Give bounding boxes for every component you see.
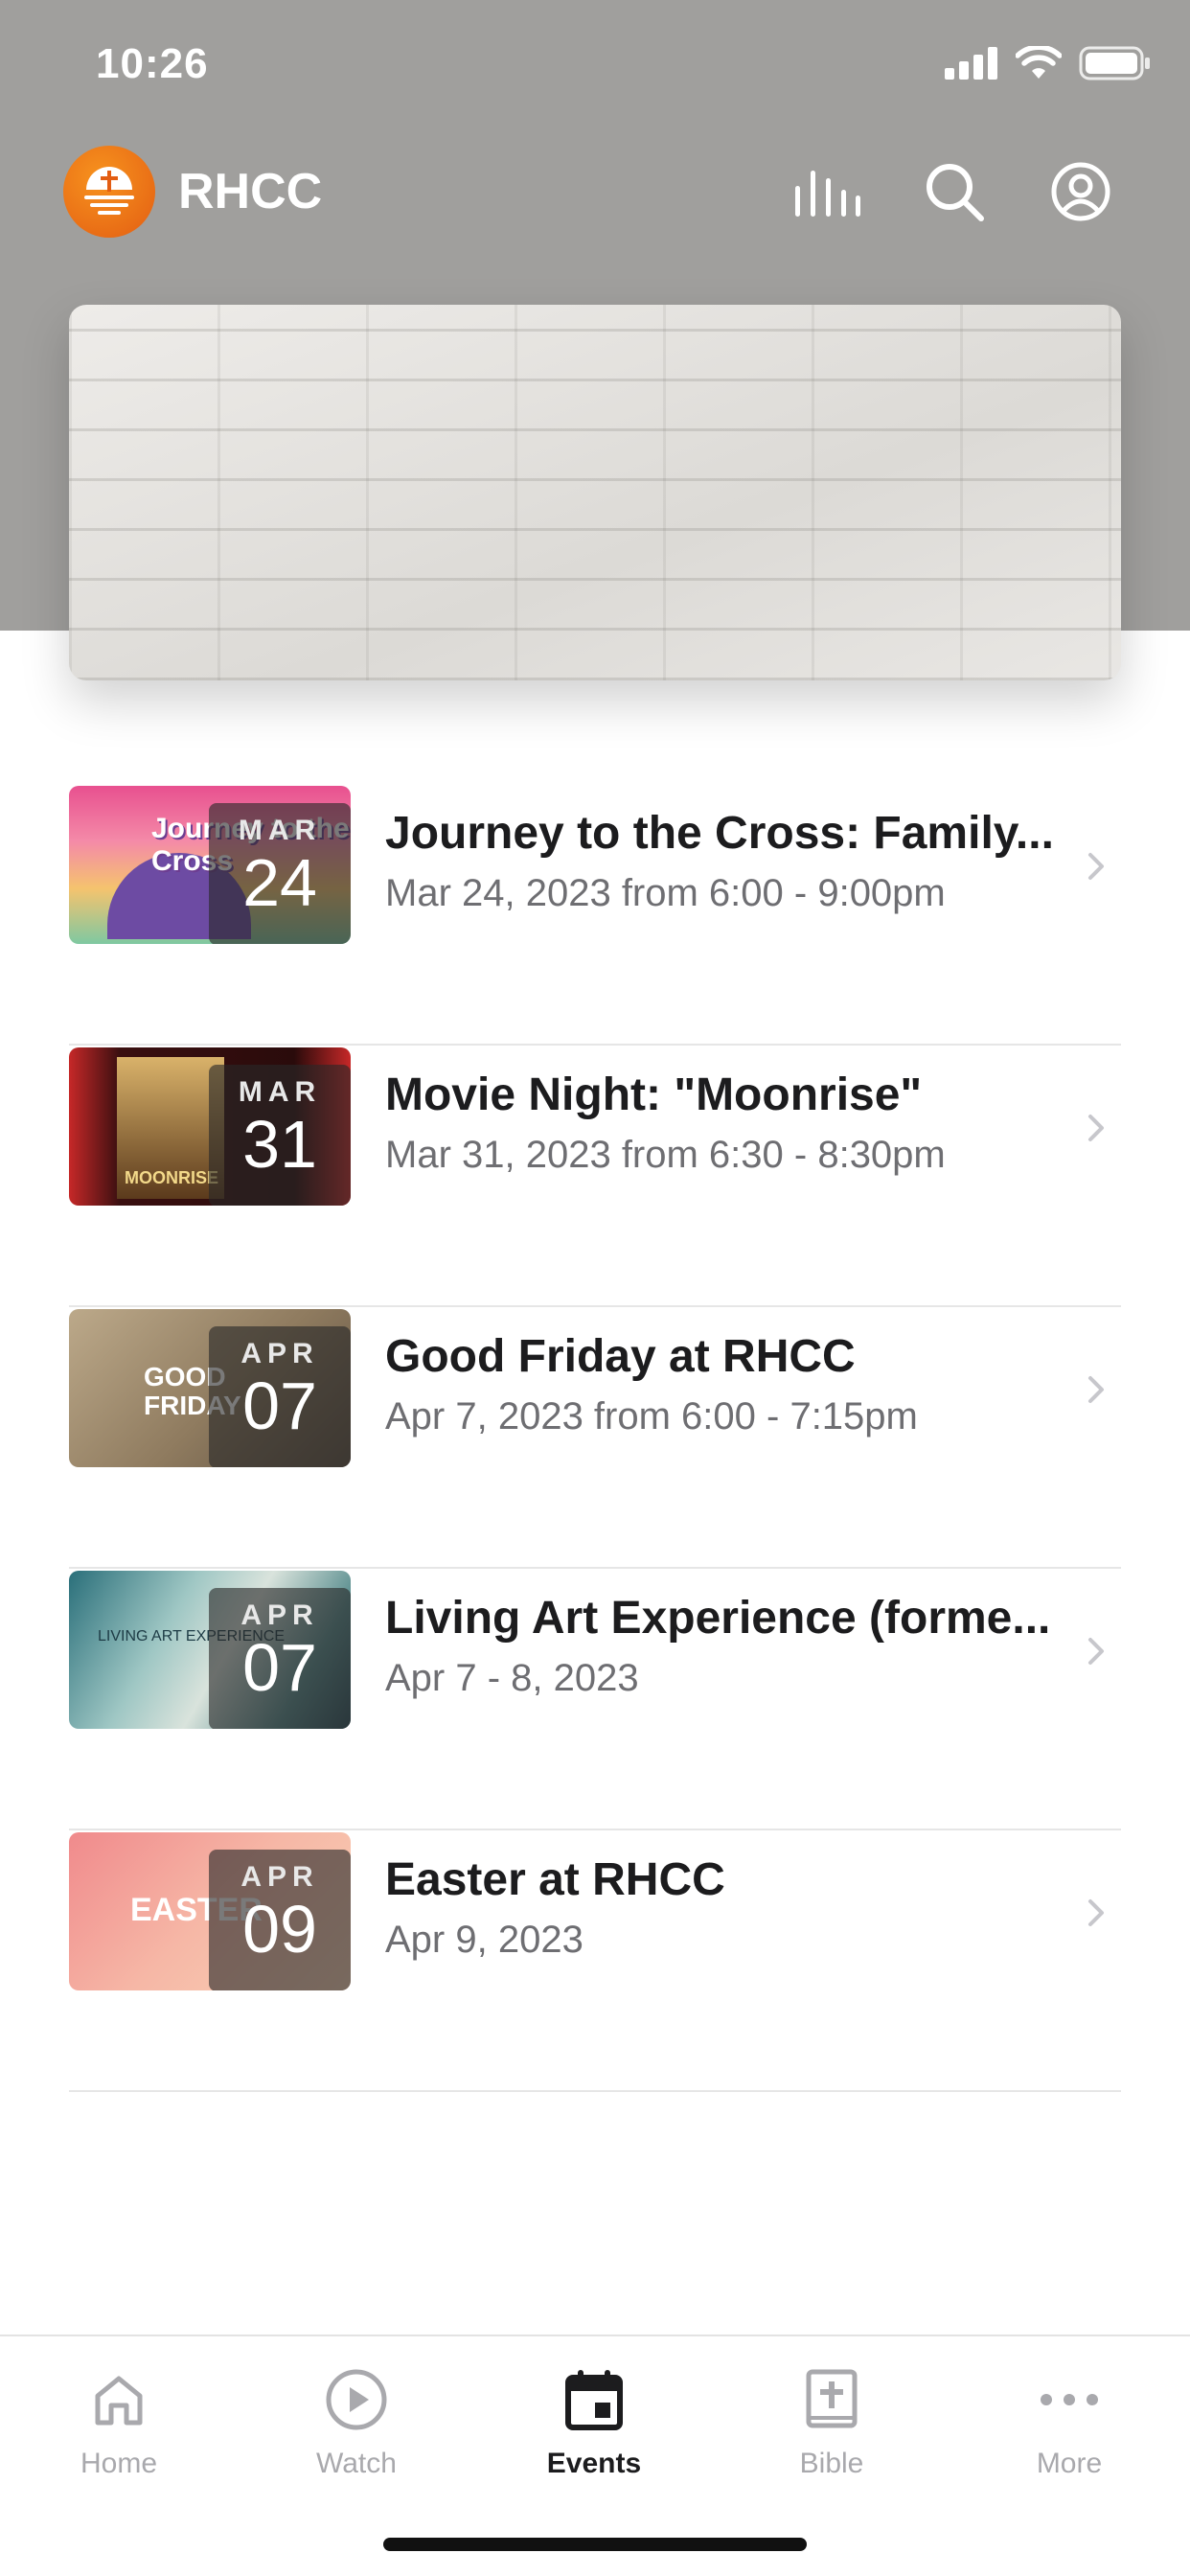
- sun-cross-logo-icon: [84, 167, 134, 215]
- date-day: 24: [242, 845, 317, 920]
- wifi-icon: [1016, 46, 1062, 79]
- event-date: Apr 7 - 8, 2023: [385, 1657, 639, 1699]
- event-date: Apr 7, 2023 from 6:00 - 7:15pm: [385, 1395, 918, 1438]
- home-icon: [95, 2376, 143, 2426]
- profile-button[interactable]: [1042, 153, 1119, 230]
- event-row[interactable]: EASTER APR 09 Easter at RHCC Apr 9, 2023: [69, 1830, 1121, 2092]
- event-thumbnail: GOOD FRIDAY APR 07: [69, 1309, 351, 1467]
- thumbnail-text: MOONRISE: [125, 1168, 219, 1187]
- status-time: 10:26: [96, 40, 209, 87]
- event-date: Mar 31, 2023 from 6:30 - 8:30pm: [385, 1134, 946, 1176]
- date-month: APR: [240, 1599, 319, 1631]
- profile-icon: [1051, 162, 1110, 221]
- date-badge: APR 07: [209, 1326, 351, 1467]
- event-row[interactable]: MOONRISE MAR 31 Movie Night: "Moonrise" …: [69, 1046, 1121, 1307]
- battery-icon: [1079, 46, 1150, 80]
- home-indicator[interactable]: [383, 2538, 807, 2551]
- play-icon: [326, 2369, 387, 2430]
- featured-banner-image[interactable]: [69, 305, 1121, 680]
- date-month: APR: [240, 1861, 319, 1893]
- chevron-right-icon: [1088, 1376, 1104, 1403]
- event-date: Mar 24, 2023 from 6:00 - 9:00pm: [385, 872, 946, 914]
- date-day: 07: [242, 1368, 317, 1443]
- event-row[interactable]: GOOD FRIDAY APR 07 Good Friday at RHCC A…: [69, 1307, 1121, 1569]
- date-month: MAR: [238, 1076, 322, 1108]
- tab-label: Events: [546, 2448, 642, 2479]
- chevron-right-icon: [1088, 1638, 1104, 1665]
- chevron-right-icon: [1088, 853, 1104, 880]
- date-badge: MAR 31: [209, 1065, 351, 1206]
- date-month: APR: [240, 1338, 319, 1369]
- more-icon: [1041, 2394, 1098, 2405]
- event-row[interactable]: Journey to the Cross MAR 24 Journey to t…: [69, 784, 1121, 1046]
- date-day: 09: [242, 1892, 317, 1966]
- event-thumbnail: LIVING ART EXPERIENCE APR 07: [69, 1571, 351, 1729]
- event-thumbnail: Journey to the Cross MAR 24: [69, 786, 351, 944]
- tab-events[interactable]: Events: [475, 2361, 713, 2496]
- date-day: 07: [242, 1630, 317, 1705]
- event-title: Good Friday at RHCC: [385, 1331, 856, 1382]
- search-icon: [927, 164, 984, 221]
- signal-icon: [945, 47, 997, 80]
- status-icons: [945, 46, 1152, 80]
- date-month: MAR: [238, 815, 322, 846]
- status-bar: 10:26: [0, 0, 1190, 134]
- tab-label: More: [1036, 2448, 1103, 2479]
- event-thumbnail: EASTER APR 09: [69, 1832, 351, 1990]
- event-row[interactable]: LIVING ART EXPERIENCE APR 07 Living Art …: [69, 1569, 1121, 1830]
- tab-label: Home: [80, 2448, 158, 2479]
- event-title: Journey to the Cross: Family...: [385, 808, 1054, 859]
- tab-more[interactable]: More: [950, 2361, 1188, 2496]
- tab-home[interactable]: Home: [0, 2361, 238, 2496]
- event-title: Easter at RHCC: [385, 1854, 725, 1905]
- events-list: Journey to the Cross MAR 24 Journey to t…: [69, 784, 1121, 2092]
- app-header: RHCC: [0, 134, 1190, 249]
- event-title: Living Art Experience (forme...: [385, 1593, 1051, 1644]
- event-thumbnail: MOONRISE MAR 31: [69, 1047, 351, 1206]
- chevron-right-icon: [1088, 1115, 1104, 1141]
- event-date: Apr 9, 2023: [385, 1919, 584, 1961]
- date-day: 31: [242, 1107, 317, 1182]
- date-badge: MAR 24: [209, 803, 351, 944]
- event-title: Movie Night: "Moonrise": [385, 1070, 923, 1120]
- audio-button[interactable]: [790, 153, 866, 230]
- date-badge: APR 09: [209, 1850, 351, 1990]
- search-button[interactable]: [916, 153, 993, 230]
- bible-icon: [806, 2369, 858, 2428]
- tab-bible[interactable]: Bible: [713, 2361, 950, 2496]
- chevron-right-icon: [1088, 1899, 1104, 1926]
- tab-watch[interactable]: Watch: [238, 2361, 475, 2496]
- calendar-icon: [565, 2370, 623, 2430]
- tab-label: Bible: [799, 2448, 864, 2479]
- tab-label: Watch: [316, 2448, 397, 2479]
- brand-name: RHCC: [178, 164, 323, 219]
- church-logo[interactable]: [63, 146, 155, 238]
- date-badge: APR 07: [209, 1588, 351, 1729]
- audio-bars-icon: [795, 171, 860, 217]
